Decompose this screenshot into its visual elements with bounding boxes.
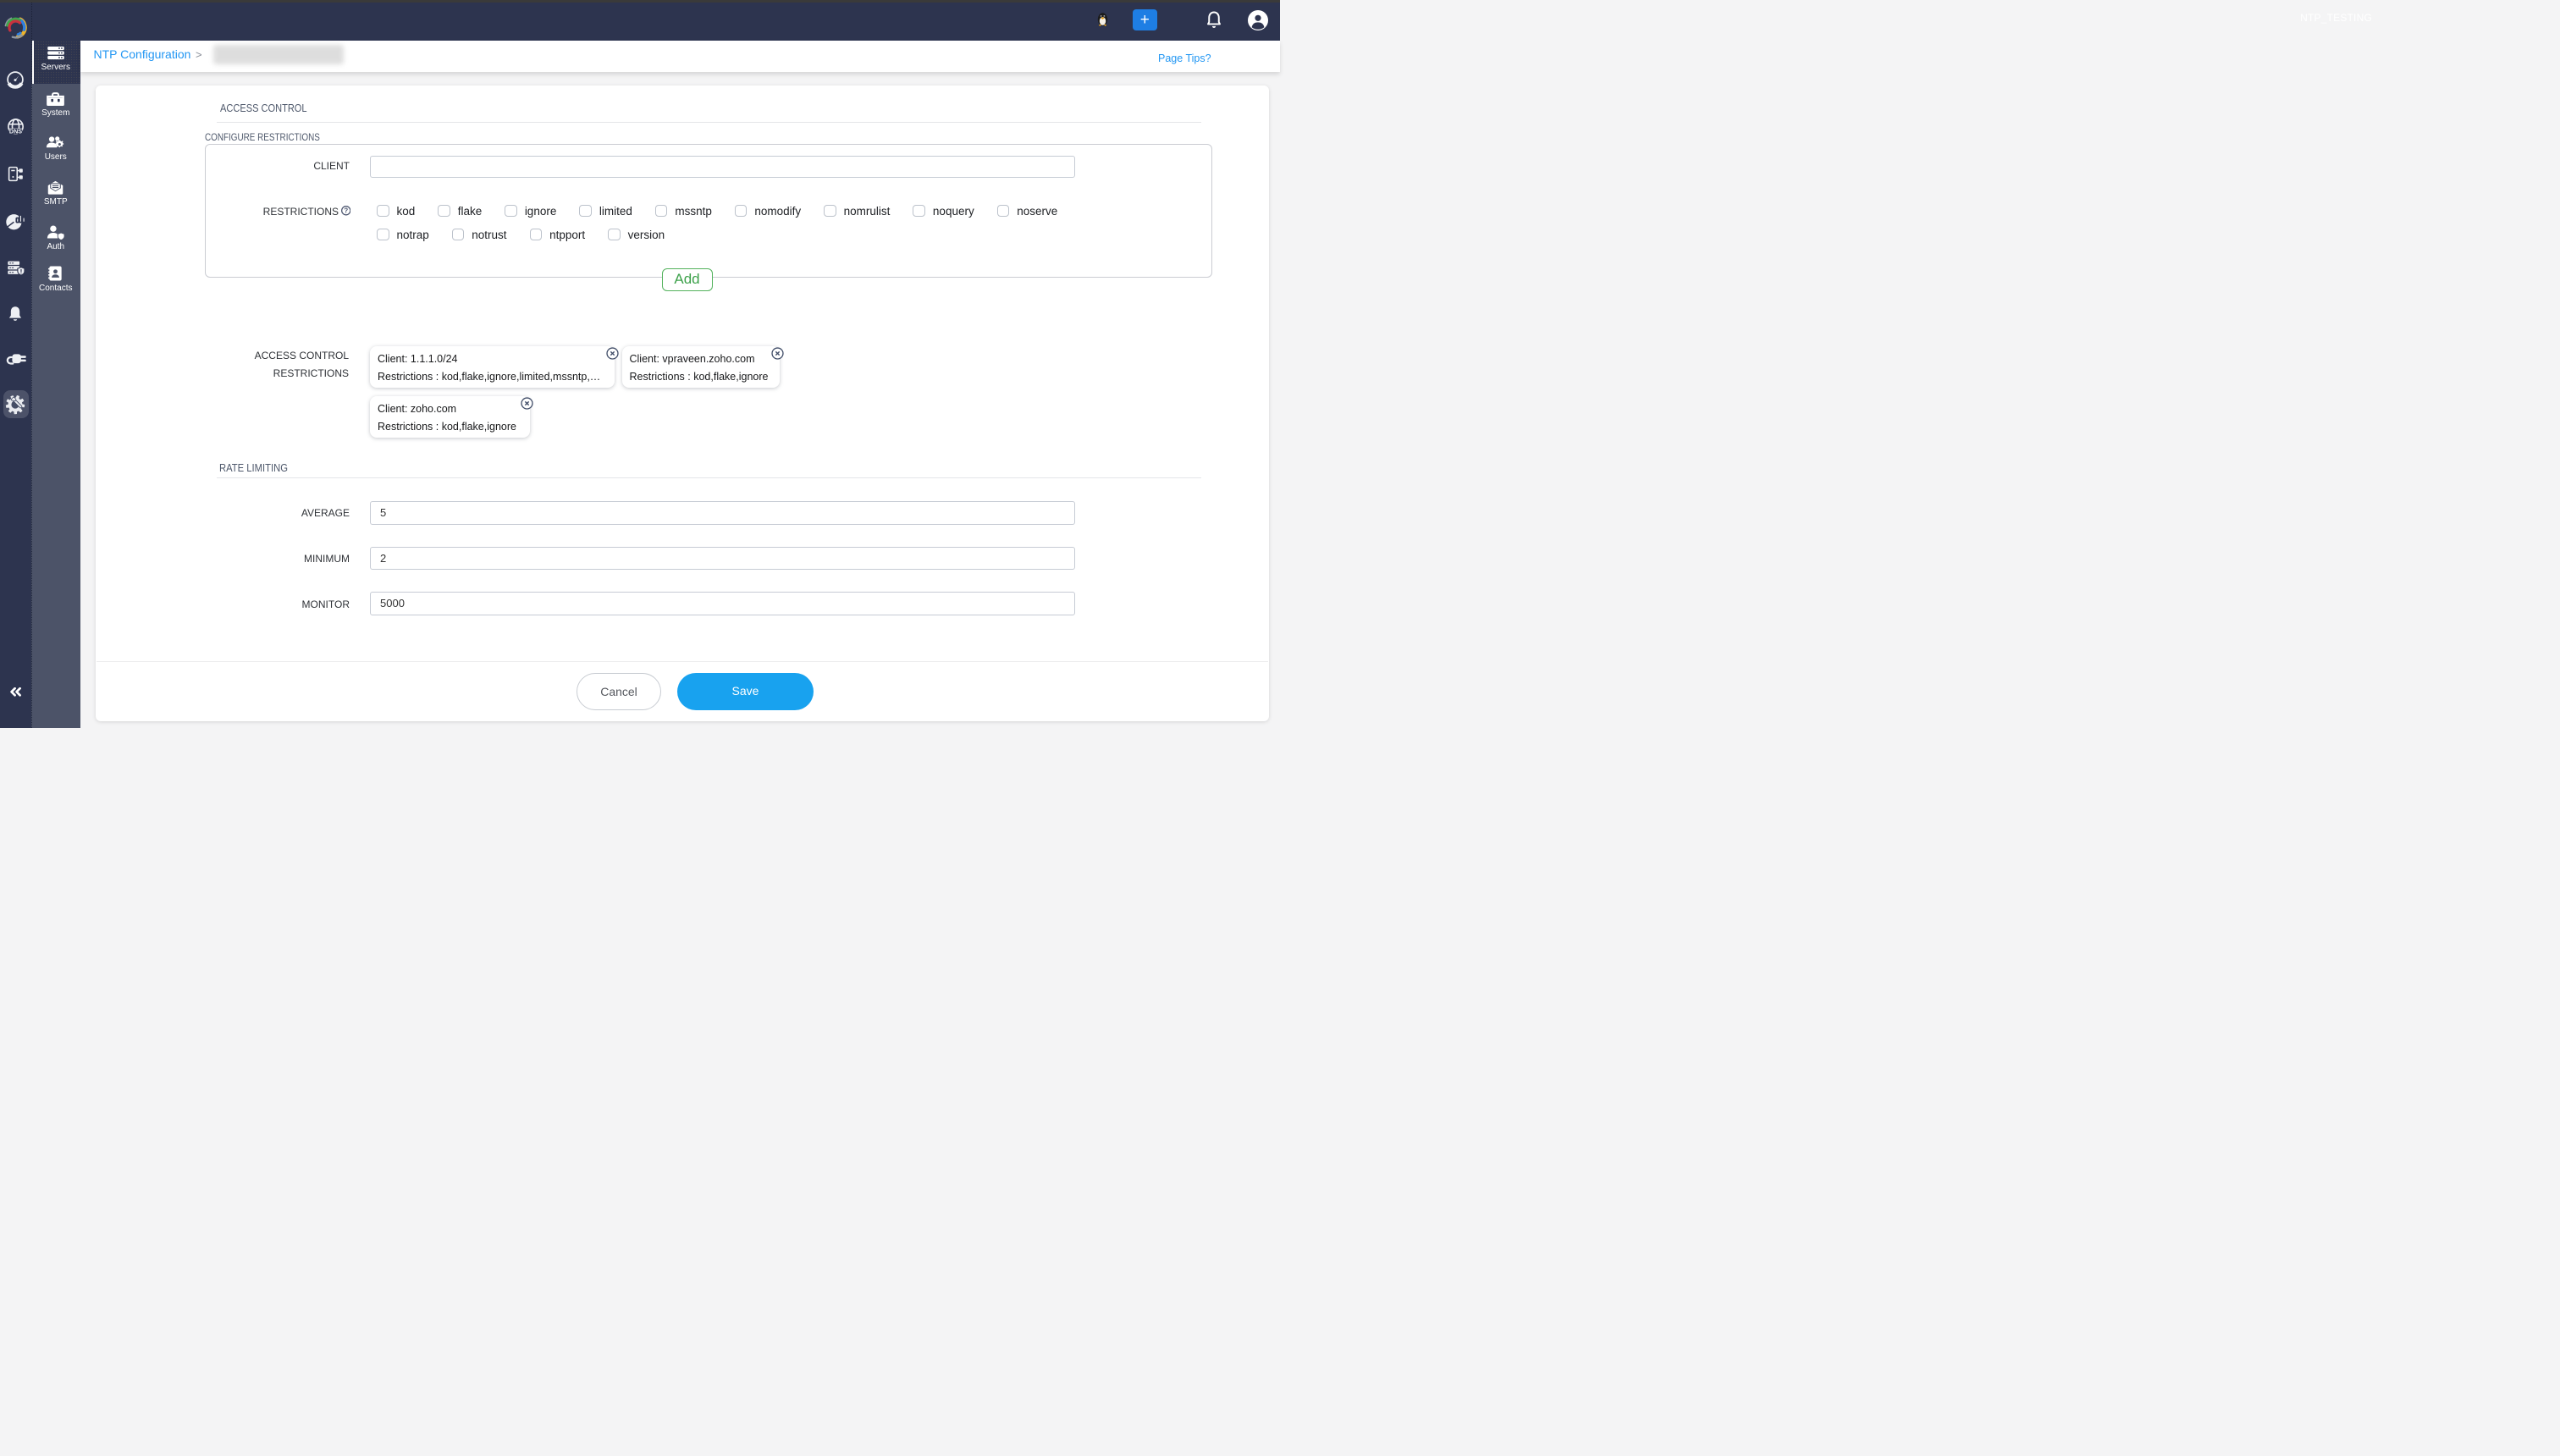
svg-text:?: ? — [344, 207, 348, 215]
svg-text:DNS: DNS — [9, 129, 22, 135]
